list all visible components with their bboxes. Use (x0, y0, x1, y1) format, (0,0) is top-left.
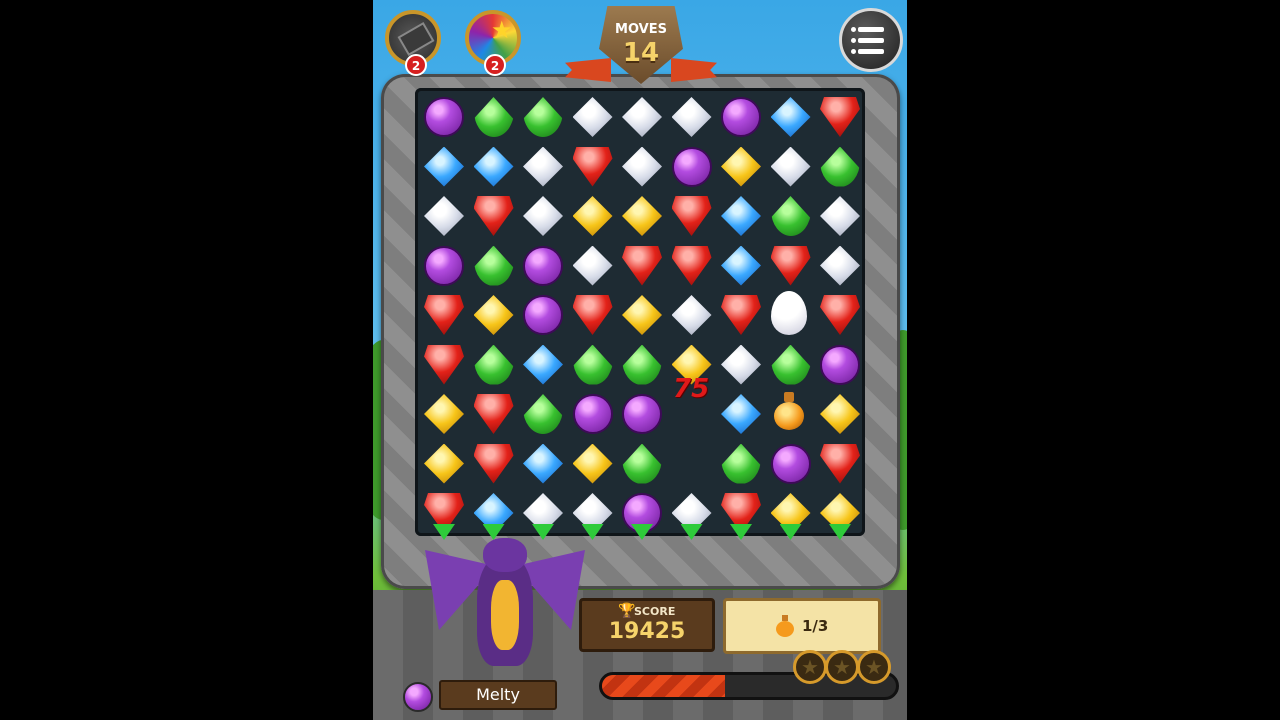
level-progress-fill (602, 675, 726, 697)
menu-button[interactable] (839, 8, 903, 72)
purple-gem[interactable] (770, 443, 811, 484)
red-gem[interactable] (473, 394, 514, 434)
purple-gem[interactable] (671, 146, 712, 187)
goal-box: 1/3 (723, 598, 881, 654)
blue-gem[interactable] (721, 245, 761, 286)
purple-gem[interactable] (572, 394, 613, 434)
purple-gem[interactable] (424, 245, 464, 286)
red-gem[interactable] (820, 295, 860, 335)
blue-gem[interactable] (770, 97, 811, 137)
star-wand-icon: ★ (491, 16, 513, 44)
red-gem[interactable] (671, 196, 712, 236)
yellow-gem[interactable] (572, 443, 613, 484)
red-gem[interactable] (473, 196, 514, 236)
egg-blocker[interactable] (770, 291, 807, 335)
score-value: 19425 (608, 619, 686, 644)
green-gem[interactable] (572, 344, 613, 385)
potion-item[interactable] (772, 392, 806, 432)
progress-star-1 (793, 650, 827, 684)
red-gem[interactable] (820, 97, 860, 137)
white-gem[interactable] (572, 245, 613, 286)
green-gem[interactable] (473, 344, 514, 385)
progress-star-2 (825, 650, 859, 684)
trophy-icon: 🏆 (618, 603, 636, 619)
score-label: SCORE (634, 605, 676, 618)
purple-gem[interactable] (424, 97, 464, 137)
yellow-gem[interactable] (572, 196, 613, 236)
purple-gem[interactable] (820, 344, 860, 385)
hammer-count-badge: 2 (405, 54, 427, 76)
score-box: 🏆 SCORE 19425 (579, 598, 715, 652)
yellow-gem[interactable] (473, 295, 514, 335)
red-gem[interactable] (721, 295, 761, 335)
white-gem[interactable] (622, 146, 662, 187)
moves-label: MOVES (615, 22, 667, 37)
yellow-gem[interactable] (820, 394, 860, 434)
white-gem[interactable] (671, 295, 712, 335)
blue-gem[interactable] (523, 344, 563, 385)
yellow-gem[interactable] (424, 443, 464, 484)
moves-value: 14 (622, 38, 660, 68)
red-gem[interactable] (572, 146, 613, 187)
purple-gem[interactable] (523, 245, 563, 286)
green-gem[interactable] (622, 443, 662, 484)
white-gem[interactable] (523, 146, 563, 187)
floating-points-text: 75 (673, 374, 710, 404)
white-gem[interactable] (424, 196, 464, 236)
goal-progress-text: 1/3 (802, 617, 829, 635)
green-gem[interactable] (721, 443, 761, 484)
yellow-gem[interactable] (622, 295, 662, 335)
character-gem-icon (403, 682, 433, 712)
white-gem[interactable] (572, 97, 613, 137)
green-gem[interactable] (473, 97, 514, 137)
red-gem[interactable] (622, 245, 662, 286)
green-gem[interactable] (820, 146, 860, 187)
dragon-belly (491, 580, 519, 650)
white-gem[interactable] (671, 97, 712, 137)
dragon-character (425, 530, 585, 680)
blue-gem[interactable] (523, 443, 563, 484)
blue-gem[interactable] (424, 146, 464, 187)
white-gem[interactable] (820, 245, 860, 286)
yellow-gem[interactable] (721, 146, 761, 187)
blue-gem[interactable] (721, 394, 761, 434)
progress-star-3 (857, 650, 891, 684)
red-gem[interactable] (424, 344, 464, 385)
white-gem[interactable] (820, 196, 860, 236)
hammer-icon (397, 21, 435, 57)
red-gem[interactable] (473, 443, 514, 484)
game-board[interactable] (415, 88, 865, 540)
yellow-gem[interactable] (424, 394, 464, 434)
purple-gem[interactable] (523, 295, 563, 335)
yellow-gem[interactable] (622, 196, 662, 236)
green-gem[interactable] (473, 245, 514, 286)
white-gem[interactable] (770, 146, 811, 187)
white-gem[interactable] (721, 344, 761, 385)
potion-icon (776, 615, 794, 637)
green-gem[interactable] (770, 344, 811, 385)
purple-gem[interactable] (721, 97, 761, 137)
red-gem[interactable] (770, 245, 811, 286)
green-gem[interactable] (770, 196, 811, 236)
red-gem[interactable] (820, 443, 860, 484)
green-gem[interactable] (523, 97, 563, 137)
red-gem[interactable] (424, 295, 464, 335)
white-gem[interactable] (523, 196, 563, 236)
blue-gem[interactable] (473, 146, 514, 187)
rainbow-count-badge: 2 (484, 54, 506, 76)
blue-gem[interactable] (721, 196, 761, 236)
green-gem[interactable] (622, 344, 662, 385)
purple-gem[interactable] (622, 394, 662, 434)
green-gem[interactable] (523, 394, 563, 434)
red-gem[interactable] (572, 295, 613, 335)
character-name-plate: Melty (439, 680, 557, 710)
game-screen: 2 ★ 2 MOVES 14 75 Melty 🏆 SCORE 19425 1/… (373, 0, 907, 720)
red-gem[interactable] (671, 245, 712, 286)
white-gem[interactable] (622, 97, 662, 137)
dragon-head (483, 538, 527, 572)
